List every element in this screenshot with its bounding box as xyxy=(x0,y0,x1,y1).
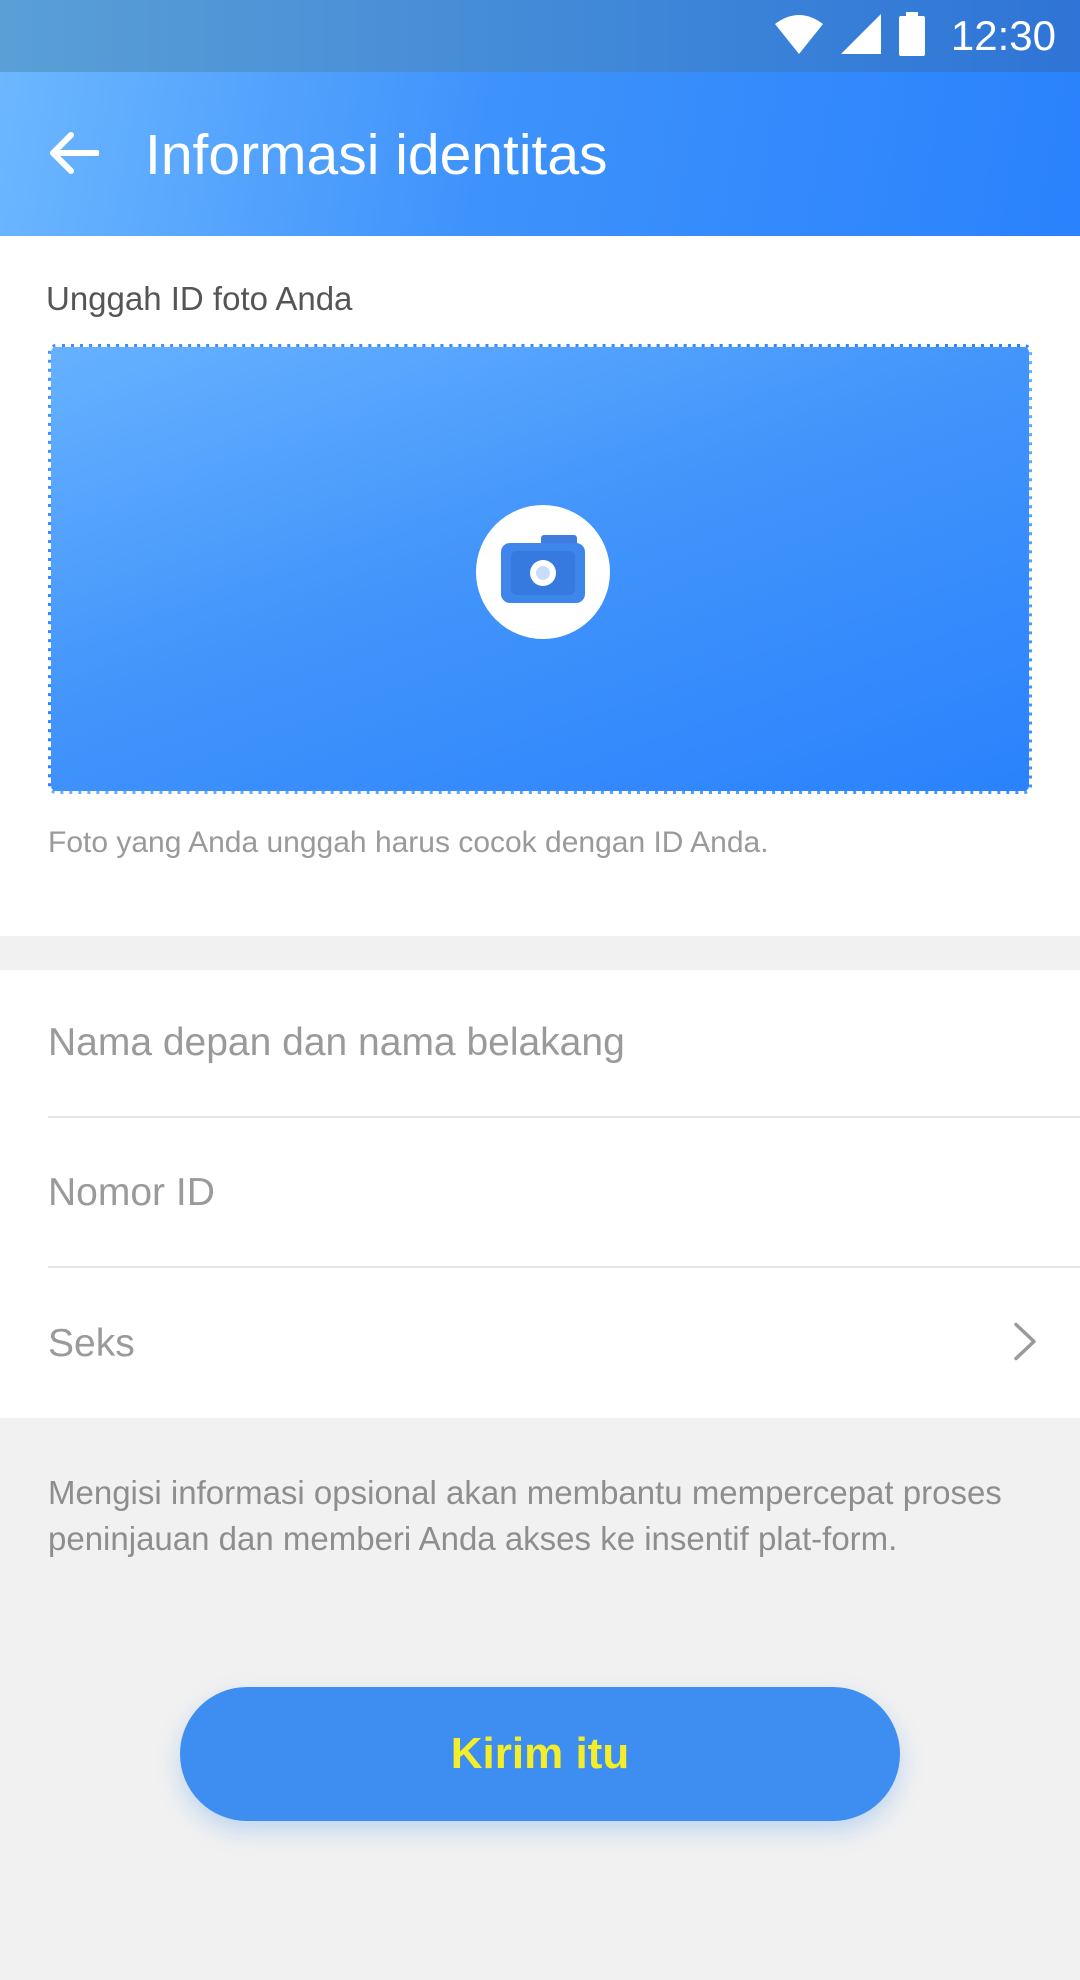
full-name-input[interactable] xyxy=(48,1021,948,1065)
name-row xyxy=(48,970,1080,1118)
upload-hint: Foto yang Anda unggah harus cocok dengan… xyxy=(48,826,769,859)
back-button[interactable] xyxy=(38,120,108,190)
chevron-right-icon xyxy=(1012,1322,1038,1367)
upload-label: Unggah ID foto Anda xyxy=(46,280,353,317)
photo-upload-area[interactable] xyxy=(48,344,1032,794)
id-number-input[interactable] xyxy=(48,1171,948,1215)
upload-section: Unggah ID foto Anda Foto yang Anda ungga… xyxy=(0,236,1080,936)
cellular-signal-icon xyxy=(839,12,883,61)
page-title: Informasi identitas xyxy=(145,123,608,187)
battery-icon xyxy=(897,11,927,61)
app-bar: Informasi identitas xyxy=(0,72,1080,236)
sex-label: Seks xyxy=(48,1322,135,1365)
arrow-left-icon xyxy=(47,131,100,180)
sex-selector[interactable]: Seks xyxy=(48,1270,1080,1418)
status-bar: 12:30 xyxy=(0,0,1080,72)
wifi-icon xyxy=(773,12,825,61)
optional-info-text: Mengisi informasi opsional akan membantu… xyxy=(48,1474,1002,1557)
submit-button[interactable]: Kirim itu xyxy=(180,1687,900,1821)
id-number-row xyxy=(48,1120,1080,1268)
camera-icon xyxy=(497,533,589,612)
status-time: 12:30 xyxy=(950,12,1056,59)
camera-button[interactable] xyxy=(476,505,610,639)
status-icons: 12:30 xyxy=(773,0,1056,72)
identity-form: Seks xyxy=(0,970,1080,1418)
